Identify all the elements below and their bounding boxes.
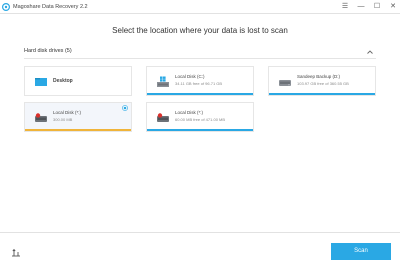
minimize-icon[interactable]: — [356, 2, 366, 12]
drive-usage-bar [25, 129, 131, 131]
section-divider [24, 58, 376, 59]
window-controls: ☰ — ☐ ✕ [340, 1, 398, 13]
scan-button[interactable]: Scan [331, 243, 391, 260]
drive-free-space: 34.11 GB free of 96.71 GB [175, 81, 223, 86]
drive-card-local-disk-2[interactable]: Local Disk (*:) 60.00 MB free of 471.00 … [146, 102, 254, 132]
drive-name: Local Disk (*:) [175, 110, 204, 115]
drive-usage-bar [269, 93, 375, 95]
drive-card-local-disk-c[interactable]: Local Disk (C:) 34.11 GB free of 96.71 G… [146, 66, 254, 96]
close-icon[interactable]: ✕ [388, 2, 398, 12]
drive-card-local-disk-1[interactable]: Local Disk (*:) 300.00 MB [24, 102, 132, 132]
hard-drive-red-icon [35, 113, 47, 122]
selected-check-icon [122, 105, 128, 111]
chevron-up-icon[interactable] [366, 48, 374, 56]
drive-name: Local Disk (*:) [53, 110, 82, 115]
desktop-folder-icon [35, 78, 47, 86]
footer-divider [0, 232, 400, 233]
app-logo-icon [2, 3, 10, 11]
menu-icon[interactable]: ☰ [340, 2, 350, 12]
maximize-icon[interactable]: ☐ [372, 2, 382, 12]
window-title: Magoshare Data Recovery 2.2 [13, 4, 88, 10]
drive-usage-bar [147, 129, 253, 131]
drive-usage-bar [147, 93, 253, 95]
drive-free-space: 60.00 MB free of 471.00 MB [175, 117, 226, 122]
drive-name: Sandeep Backup (D:) [297, 74, 341, 79]
hard-drive-icon [279, 80, 291, 86]
drive-name: Desktop [53, 78, 73, 84]
drive-card-desktop[interactable]: Desktop [24, 66, 132, 96]
section-title-hard-disk-drives: Hard disk drives (5) [24, 48, 72, 54]
drive-name: Local Disk (C:) [175, 74, 205, 79]
title-bar: Magoshare Data Recovery 2.2 ☰ — ☐ ✕ [0, 0, 400, 14]
drive-card-sandeep-backup-d[interactable]: Sandeep Backup (D:) 103.97 GB free of 36… [268, 66, 376, 96]
drive-free-space: 103.97 GB free of 360.55 GB [297, 81, 349, 86]
windows-drive-icon [157, 76, 169, 87]
history-icon[interactable] [11, 247, 21, 257]
drive-free-space: 300.00 MB [53, 117, 73, 122]
page-title: Select the location where your data is l… [112, 26, 288, 35]
hard-drive-red-icon [157, 113, 169, 122]
